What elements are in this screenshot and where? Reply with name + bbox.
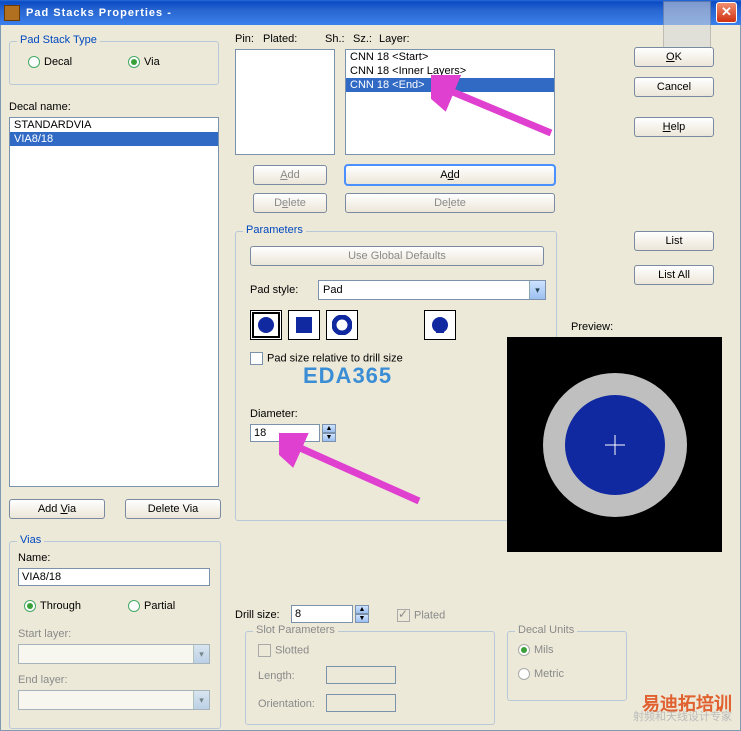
shape-circle[interactable] (250, 310, 282, 340)
titlebar: Pad Stacks Properties - ✕ (0, 0, 741, 25)
list-all-button[interactable]: List All (634, 265, 714, 285)
cancel-button[interactable]: Cancel (634, 77, 714, 97)
pin-delete-button: Delete (253, 193, 327, 213)
slot-length-label: Length: (258, 670, 295, 682)
delete-via-button[interactable]: Delete Via (125, 499, 221, 519)
via-name-input[interactable] (18, 568, 210, 586)
shape-oval[interactable] (424, 310, 456, 340)
layer-delete-button: Delete (345, 193, 555, 213)
diameter-input[interactable] (250, 424, 320, 442)
help-button[interactable]: Help (634, 117, 714, 137)
col-plated: Plated: (263, 33, 297, 45)
chevron-down-icon: ▾ (193, 645, 209, 663)
layer-item[interactable]: CNN 18 <Start> (346, 50, 554, 64)
brand-logo: 易迪拓培训 射频和天线设计专家 (633, 698, 732, 724)
window-title: Pad Stacks Properties - (26, 7, 716, 19)
padstack-type-label: Pad Stack Type (17, 34, 100, 46)
use-global-button: Use Global Defaults (250, 246, 544, 266)
parameters-label: Parameters (243, 224, 306, 236)
col-sh: Sh.: (325, 33, 345, 45)
pad-style-label: Pad style: (250, 284, 298, 296)
slot-orient-input (326, 694, 396, 712)
chevron-down-icon: ▾ (193, 691, 209, 709)
list-button[interactable]: List (634, 231, 714, 251)
rel-size-check[interactable]: Pad size relative to drill size (250, 352, 403, 365)
layer-list[interactable]: CNN 18 <Start> CNN 18 <Inner Layers> CNN… (345, 49, 555, 155)
shape-square[interactable] (288, 310, 320, 340)
diameter-label: Diameter: (250, 408, 298, 420)
pin-add-button: Add (253, 165, 327, 185)
drill-size-input[interactable] (291, 605, 353, 623)
end-layer-combo: ▾ (18, 690, 210, 710)
radio-mils: Mils (518, 644, 554, 656)
shape-annular[interactable] (326, 310, 358, 340)
slot-label: Slot Parameters (253, 624, 338, 636)
radio-through[interactable]: Through (24, 600, 81, 612)
chevron-down-icon[interactable]: ▾ (529, 281, 545, 299)
diameter-spinner[interactable]: ▲▼ (322, 424, 336, 442)
radio-partial[interactable]: Partial (128, 600, 175, 612)
layer-add-button[interactable]: Add (345, 165, 555, 185)
drill-size-spinner[interactable]: ▲▼ (355, 605, 369, 623)
start-layer-label: Start layer: (18, 628, 71, 640)
list-item[interactable]: VIA8/18 (10, 132, 218, 146)
ok-button[interactable]: OK (634, 47, 714, 67)
radio-decal[interactable]: Decal (28, 56, 72, 68)
preview-canvas (507, 337, 722, 552)
client-area: Pad Stack Type Decal Via Decal name: STA… (0, 25, 741, 731)
pad-style-combo[interactable]: Pad▾ (318, 280, 546, 300)
layer-item[interactable]: CNN 18 <Inner Layers> (346, 64, 554, 78)
decal-name-list[interactable]: STANDARDVIA VIA8/18 (9, 117, 219, 487)
slotted-check: Slotted (258, 644, 309, 657)
col-layer: Layer: (379, 33, 410, 45)
decal-units-label: Decal Units (515, 624, 577, 636)
slot-orient-label: Orientation: (258, 698, 315, 710)
decal-name-label: Decal name: (9, 101, 71, 113)
vias-label: Vias (17, 534, 44, 546)
add-via-button[interactable]: Add Via (9, 499, 105, 519)
radio-metric: Metric (518, 668, 564, 680)
plated-check: Plated (397, 609, 445, 622)
radio-via[interactable]: Via (128, 56, 160, 68)
layer-item[interactable]: CNN 18 <End> (346, 78, 554, 92)
vias-name-label: Name: (18, 552, 50, 564)
preview-label: Preview: (571, 321, 613, 333)
slot-length-input (326, 666, 396, 684)
list-item[interactable]: STANDARDVIA (10, 118, 218, 132)
pin-list[interactable] (235, 49, 335, 155)
start-layer-combo: ▾ (18, 644, 210, 664)
end-layer-label: End layer: (18, 674, 68, 686)
col-pin: Pin: (235, 33, 254, 45)
drill-size-label: Drill size: (235, 609, 280, 621)
app-icon (4, 5, 20, 21)
close-button[interactable]: ✕ (716, 2, 737, 23)
col-sz: Sz.: (353, 33, 372, 45)
